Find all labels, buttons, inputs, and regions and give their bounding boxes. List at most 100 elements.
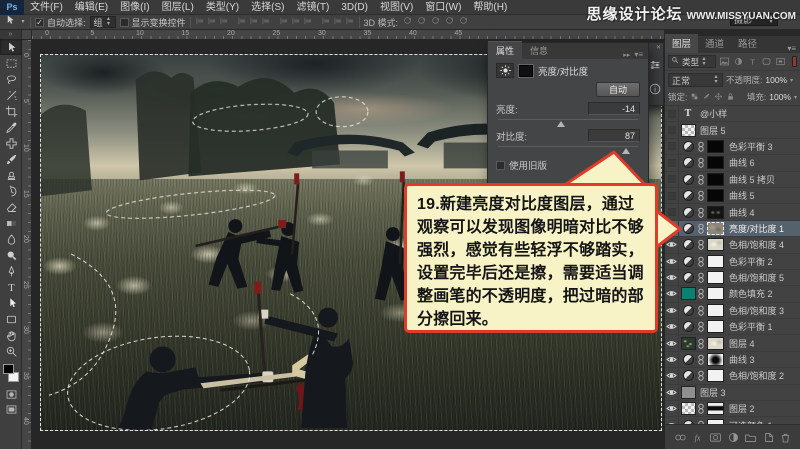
layer-visibility-toggle[interactable] xyxy=(665,171,679,187)
layer-name[interactable]: 色相/饱和度 2 xyxy=(726,369,800,382)
layer-name[interactable]: 曲线 5 拷贝 xyxy=(726,173,800,186)
brightness-slider[interactable] xyxy=(498,117,638,127)
layer-visibility-toggle[interactable] xyxy=(665,286,679,302)
layers-tab-2[interactable]: 通道 xyxy=(698,34,731,53)
layer-row-18[interactable]: 图层 3 xyxy=(665,384,800,402)
layer-row-14[interactable]: 色彩平衡 1 xyxy=(665,319,800,336)
layer-mask-thumbnail[interactable] xyxy=(705,369,726,383)
foreground-color-swatch[interactable] xyxy=(3,364,14,374)
layer-row-19[interactable]: 图层 2 xyxy=(665,401,800,418)
layer-visibility-toggle[interactable] xyxy=(665,384,679,401)
layer-row-10[interactable]: 色彩平衡 2 xyxy=(665,253,800,270)
screen-mode-button[interactable] xyxy=(0,402,22,417)
mask-link-icon[interactable] xyxy=(697,370,705,382)
layer-thumbnail[interactable] xyxy=(679,222,697,234)
layer-thumbnail[interactable] xyxy=(679,239,697,251)
layer-row-2[interactable]: 图层 5 xyxy=(665,122,800,139)
layer-visibility-toggle[interactable] xyxy=(665,138,679,155)
collapse-panel-icon[interactable]: ▸▸ xyxy=(619,51,634,59)
layer-name[interactable]: 色彩平衡 3 xyxy=(726,140,800,153)
auto-select-checkbox[interactable]: ✓ 自动选择: xyxy=(35,16,86,29)
menu-item-11[interactable]: 帮助(H) xyxy=(467,0,513,15)
legacy-checkbox[interactable] xyxy=(496,160,505,170)
mask-link-icon[interactable] xyxy=(697,272,705,283)
filter-shape-icon[interactable] xyxy=(761,56,772,67)
align-icon[interactable] xyxy=(345,13,355,31)
move-tool[interactable] xyxy=(0,39,22,55)
layer-thumbnail[interactable] xyxy=(679,336,697,350)
layer-thumbnail[interactable] xyxy=(679,255,697,267)
layer-name[interactable]: 曲线 4 xyxy=(726,206,800,219)
mask-link-icon[interactable] xyxy=(697,354,705,365)
menu-item-4[interactable]: 图层(L) xyxy=(156,0,200,15)
layer-style-icon[interactable]: fx xyxy=(691,431,704,444)
mode-3d-icon[interactable] xyxy=(402,13,413,31)
new-adjustment-icon[interactable] xyxy=(727,431,740,444)
layer-name[interactable]: 色彩平衡 2 xyxy=(726,255,800,268)
properties-panel-icon[interactable] xyxy=(647,53,663,77)
layer-visibility-toggle[interactable] xyxy=(665,187,679,204)
lasso-tool[interactable] xyxy=(0,71,22,87)
brightness-value[interactable]: -14 xyxy=(588,102,640,115)
layer-visibility-toggle[interactable] xyxy=(665,351,679,368)
layer-visibility-toggle[interactable] xyxy=(665,368,679,384)
layer-mask-thumbnail[interactable] xyxy=(705,303,726,317)
filter-smart-icon[interactable] xyxy=(775,56,786,67)
layer-visibility-toggle[interactable] xyxy=(665,204,679,220)
layer-row-3[interactable]: 色彩平衡 3 xyxy=(665,138,800,156)
new-layer-icon[interactable] xyxy=(762,431,775,444)
layer-mask-thumbnail[interactable] xyxy=(705,271,726,285)
filter-pixel-icon[interactable] xyxy=(719,56,730,67)
layer-name[interactable]: 色相/饱和度 4 xyxy=(726,238,800,251)
layers-tab-3[interactable]: 路径 xyxy=(731,34,764,53)
align-icon[interactable] xyxy=(279,13,289,31)
marquee-tool[interactable] xyxy=(0,55,22,71)
add-mask-icon[interactable] xyxy=(709,431,722,444)
layer-mask-thumbnail[interactable] xyxy=(705,320,726,334)
layer-thumbnail[interactable] xyxy=(679,173,697,185)
brush-tool[interactable] xyxy=(0,151,22,167)
layer-row-13[interactable]: 色相/饱和度 3 xyxy=(665,302,800,320)
opacity-value[interactable]: 100% xyxy=(765,75,787,85)
chevron-down-icon[interactable]: ▾ xyxy=(790,77,793,84)
align-icon[interactable] xyxy=(195,13,205,31)
layer-visibility-toggle[interactable] xyxy=(665,220,679,237)
layer-thumbnail[interactable] xyxy=(679,287,697,301)
align-icon[interactable] xyxy=(207,13,217,31)
layer-name[interactable]: 色相/饱和度 5 xyxy=(726,271,800,284)
layer-thumbnail[interactable] xyxy=(679,140,697,152)
adjustment-mask-thumbnail[interactable] xyxy=(518,63,534,78)
layer-mask-thumbnail[interactable] xyxy=(705,205,726,219)
dodge-tool[interactable] xyxy=(0,247,22,263)
lock-all-icon[interactable] xyxy=(726,88,735,106)
gradient-tool[interactable] xyxy=(0,215,22,231)
layer-thumbnail[interactable] xyxy=(679,157,697,169)
mask-link-icon[interactable] xyxy=(697,288,705,300)
layer-thumbnail[interactable]: T xyxy=(679,108,697,119)
layer-row-9[interactable]: 色相/饱和度 4 xyxy=(665,237,800,254)
pen-tool[interactable] xyxy=(0,263,22,279)
layer-row-15[interactable]: 图层 4 xyxy=(665,335,800,352)
layer-mask-thumbnail[interactable] xyxy=(705,238,726,252)
layer-visibility-toggle[interactable] xyxy=(665,302,679,319)
layer-row-17[interactable]: 色相/饱和度 2 xyxy=(665,368,800,385)
align-icon[interactable] xyxy=(321,13,331,31)
mask-link-icon[interactable] xyxy=(697,174,705,185)
layer-thumbnail[interactable] xyxy=(679,321,697,333)
layer-name[interactable]: 图层 2 xyxy=(726,402,800,415)
layer-visibility-toggle[interactable] xyxy=(665,237,679,253)
tab-properties[interactable]: 属性 xyxy=(488,41,523,59)
layer-thumbnail[interactable] xyxy=(679,190,697,202)
align-icon[interactable] xyxy=(249,13,259,31)
mode-3d-icon[interactable] xyxy=(430,13,441,31)
mode-3d-icon[interactable] xyxy=(458,13,469,31)
menu-item-1[interactable]: 文件(F) xyxy=(24,0,69,15)
menu-item-3[interactable]: 图像(I) xyxy=(114,0,155,15)
layer-row-6[interactable]: 曲线 5 xyxy=(665,187,800,205)
align-icon[interactable] xyxy=(219,13,229,31)
lock-paint-icon[interactable] xyxy=(702,88,711,106)
new-group-icon[interactable] xyxy=(744,431,757,444)
mask-link-icon[interactable] xyxy=(697,403,705,414)
tab-info[interactable]: 信息 xyxy=(522,42,556,59)
layer-visibility-toggle[interactable] xyxy=(665,319,679,335)
